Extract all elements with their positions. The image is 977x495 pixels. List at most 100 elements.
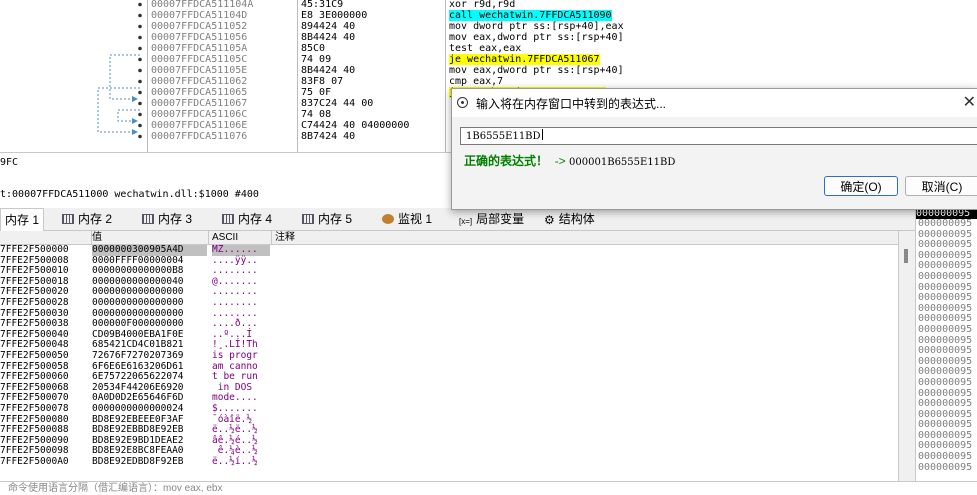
- disasm-address[interactable]: 00007FFDCA511062: [151, 76, 253, 87]
- stack-pane[interactable]: 000000095 000000095 000000095 000000095 000…: [915, 208, 977, 481]
- stack-row[interactable]: 000000095: [918, 218, 972, 230]
- breakpoint-dot: [138, 101, 142, 106]
- disasm-address[interactable]: 00007FFDCA511052: [151, 21, 253, 32]
- breakpoint-dot: [138, 46, 142, 51]
- breakpoint-dot: [138, 134, 142, 139]
- tab-7[interactable]: [x=] 局部变量: [455, 208, 528, 230]
- bytes-column: 45:31C9 E8 3E000000 894424 40 8B4424 40 85C0…: [301, 0, 409, 142]
- dialog-title: 输入将在内存窗口中转到的表达式...: [476, 97, 667, 111]
- breakpoint-dot: [138, 123, 142, 128]
- instruction-text: test eax,eax: [449, 43, 522, 54]
- stack-row[interactable]: 000000095: [918, 324, 972, 336]
- disasm-instruction[interactable]: mov dword ptr ss:[rsp+40],eax: [449, 21, 624, 32]
- disasm-bytes[interactable]: 75 0F: [301, 87, 409, 98]
- dump-address: 7FFE2F5000A0: [0, 455, 69, 467]
- stack-rows: 000000095 000000095 000000095 000000095 0000…: [918, 218, 972, 474]
- disasm-address[interactable]: 00007FFDCA51105E: [151, 65, 253, 76]
- disasm-address[interactable]: 00007FFDCA511056: [151, 32, 253, 43]
- disasm-bytes[interactable]: C74424 40 04000000: [301, 120, 409, 131]
- disasm-address[interactable]: 00007FFDCA51105A: [151, 43, 253, 54]
- tab-label: 内存 1: [5, 213, 40, 227]
- arrow-head-icon: [132, 118, 138, 124]
- tab-label: 内存 4: [238, 212, 273, 226]
- breakpoint-dot: [138, 79, 142, 84]
- memory-icon: [302, 214, 314, 224]
- dump-address: 7FFE2F500000: [0, 244, 69, 255]
- header-ascii: ASCII: [209, 231, 272, 244]
- disasm-instruction[interactable]: call wechatwin.7FFDCA511090: [449, 10, 624, 21]
- disasm-bytes[interactable]: 8B7424 40: [301, 131, 409, 142]
- ok-button[interactable]: 确定(O): [824, 176, 898, 196]
- disasm-address[interactable]: 00007FFDCA511104A: [151, 0, 253, 10]
- expression-result: 正确的表达式！ -> 000001B6555E11BD: [464, 152, 675, 169]
- dump-address: 7FFE2F500078: [0, 402, 69, 414]
- result-address: 000001B6555E11BD: [569, 157, 676, 168]
- disasm-address[interactable]: 00007FFDCA511065: [151, 87, 253, 98]
- info-line-2: t:00007FFDCA511000 wechatwin.dll:$1000 #…: [0, 189, 259, 200]
- instruction-text: mov dword ptr ss:[rsp+40],eax: [449, 21, 624, 32]
- disasm-bytes[interactable]: 74 09: [301, 54, 409, 65]
- disasm-bytes[interactable]: 8B4424 40: [301, 65, 409, 76]
- memory-icon: [142, 214, 154, 224]
- header-value: 值: [89, 231, 209, 244]
- disasm-address[interactable]: 00007FFDCA51105C: [151, 54, 253, 65]
- disasm-address[interactable]: 00007FFDCA51106E: [151, 120, 253, 131]
- disasm-address[interactable]: 00007FFDCA51106C: [151, 109, 253, 120]
- dialog-titlebar: 输入将在内存窗口中转到的表达式... ✕: [452, 89, 977, 117]
- dump-scrollbar[interactable]: [898, 231, 915, 481]
- breakpoint-dot: [138, 35, 142, 40]
- disasm-instruction[interactable]: mov eax,dword ptr ss:[rsp+40]: [449, 32, 624, 43]
- stack-row[interactable]: 000000095: [918, 271, 972, 283]
- breakpoint-dot: [138, 90, 142, 95]
- tab-1[interactable]: 内存 1: [0, 208, 45, 231]
- tab-5[interactable]: 内存 5: [298, 208, 356, 230]
- disasm-instruction[interactable]: cmp eax,7: [449, 76, 624, 87]
- breakpoint-dot: [138, 24, 142, 29]
- tab-3[interactable]: 内存 3: [138, 208, 196, 230]
- stack-row[interactable]: 000000095: [918, 377, 972, 389]
- disasm-bytes[interactable]: 74 08: [301, 109, 409, 120]
- tab-label: 局部变量: [476, 212, 525, 226]
- tab-label: 内存 5: [318, 212, 353, 226]
- tab-8[interactable]: ⚙ 结构体: [540, 208, 599, 230]
- disasm-address[interactable]: 00007FFDCA511076: [151, 131, 253, 142]
- expression-input-value: 1B6555E11BD: [466, 131, 541, 142]
- dump-value: 0000000000000024: [92, 402, 184, 414]
- stack-row[interactable]: 000000095: [918, 462, 972, 474]
- disasm-address[interactable]: 00007FFDCA511067: [151, 98, 253, 109]
- disasm-instruction[interactable]: je wechatwin.7FFDCA511067: [449, 54, 624, 65]
- dump-address: 7FFE2F500028: [0, 296, 69, 308]
- memory-icon: [62, 214, 74, 224]
- dump-address: 7FFE2F500050: [0, 349, 69, 361]
- tab-6[interactable]: 监视 1: [378, 208, 436, 230]
- disasm-instruction[interactable]: test eax,eax: [449, 43, 624, 54]
- memory-dump[interactable]: 值 ASCII 注释 7FFE2F500000 0000000300905A4D M…: [0, 231, 898, 481]
- cancel-button[interactable]: 取消(C): [905, 176, 977, 196]
- branch-arrow-je: [109, 54, 140, 100]
- disasm-bytes[interactable]: 837C24 44 00: [301, 98, 409, 109]
- command-bar[interactable]: 命令使用语言分隔（借汇编语言）：mov eax, ebx: [0, 481, 977, 494]
- disasm-instruction[interactable]: xor r9d,r9d: [449, 0, 624, 10]
- disasm-instruction[interactable]: mov eax,dword ptr ss:[rsp+40]: [449, 65, 624, 76]
- close-icon[interactable]: ✕: [963, 92, 976, 112]
- breakpoint-dot: [138, 68, 142, 73]
- disasm-bytes[interactable]: 83F8 07: [301, 76, 409, 87]
- disasm-bytes[interactable]: 45:31C9: [301, 0, 409, 10]
- instruction-text: cmp eax,7: [449, 76, 504, 87]
- disasm-bytes[interactable]: 85C0: [301, 43, 409, 54]
- disasm-bytes[interactable]: E8 3E000000: [301, 10, 409, 21]
- scroll-thumb[interactable]: [904, 249, 908, 263]
- memory-icon: [222, 214, 234, 224]
- instruction-text: mov eax,dword ptr ss:[rsp+40]: [449, 32, 624, 43]
- tab-4[interactable]: 内存 4: [218, 208, 276, 230]
- tab-2[interactable]: 内存 2: [58, 208, 116, 230]
- instruction-text: mov eax,dword ptr ss:[rsp+40]: [449, 65, 624, 76]
- watch-icon: [382, 214, 394, 224]
- instruction-text: je wechatwin.7FFDCA511067: [449, 54, 600, 65]
- disasm-bytes[interactable]: 8B4424 40: [301, 32, 409, 43]
- address-column: 00007FFDCA511104A 00007FFDCA51104D 00007FF…: [151, 0, 253, 142]
- header-address: [0, 231, 92, 244]
- disasm-address[interactable]: 00007FFDCA51104D: [151, 10, 253, 21]
- expression-input[interactable]: 1B6555E11BD: [460, 127, 977, 145]
- disasm-bytes[interactable]: 894424 40: [301, 21, 409, 32]
